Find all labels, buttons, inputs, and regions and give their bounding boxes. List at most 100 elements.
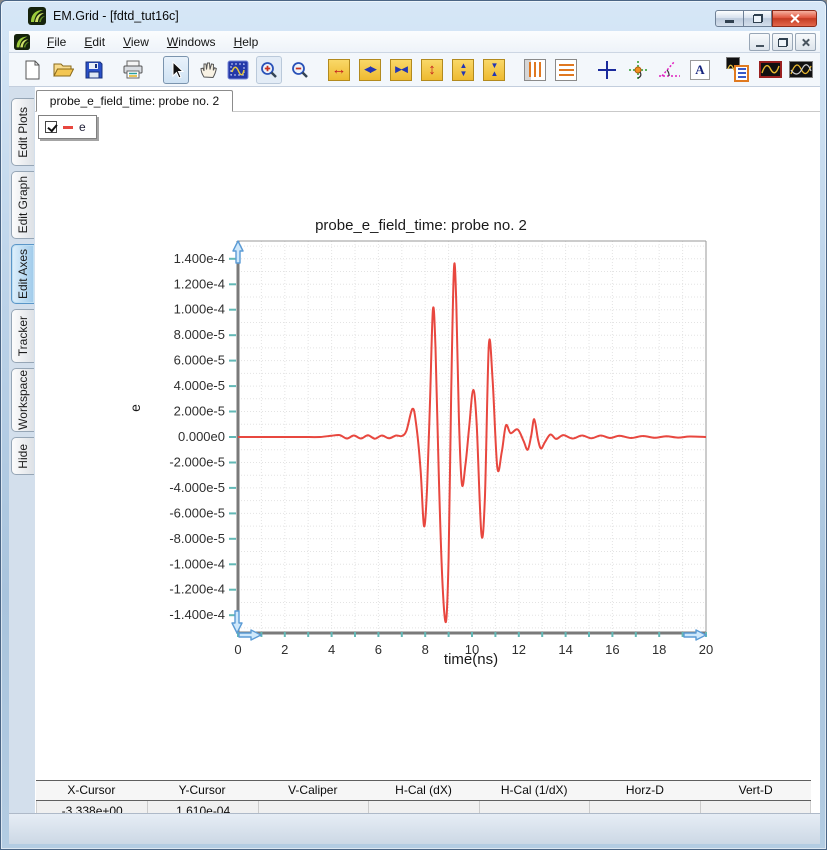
multi-plot-button[interactable] bbox=[788, 56, 814, 84]
single-plot-icon bbox=[758, 61, 782, 78]
zoom-in-button[interactable] bbox=[256, 55, 282, 84]
save-button[interactable] bbox=[81, 56, 107, 84]
svg-text:2.000e-5: 2.000e-5 bbox=[174, 404, 225, 419]
y-axis-label: e bbox=[127, 404, 143, 412]
vertical-gridlines-button[interactable] bbox=[522, 56, 548, 84]
print-button[interactable] bbox=[120, 56, 146, 84]
zoom-out-icon bbox=[292, 61, 308, 78]
svg-text:8: 8 bbox=[422, 642, 429, 657]
pan-tool-button[interactable] bbox=[194, 56, 220, 84]
close-icon bbox=[789, 13, 800, 24]
menu-edit[interactable]: Edit bbox=[75, 32, 114, 52]
svg-text:-4.000e-5: -4.000e-5 bbox=[169, 480, 225, 495]
sidebar-tab-edit-graph[interactable]: Edit Graph bbox=[11, 171, 34, 239]
restore-icon bbox=[752, 14, 763, 23]
svg-text:18: 18 bbox=[652, 642, 666, 657]
minimize-icon bbox=[725, 20, 734, 23]
crosshair-button[interactable] bbox=[594, 56, 620, 84]
horizontal-gridlines-button[interactable] bbox=[553, 56, 579, 84]
window-minimize-button[interactable] bbox=[715, 10, 744, 27]
readout-header: V-Caliper bbox=[288, 783, 338, 797]
legend-checkbox[interactable] bbox=[45, 121, 57, 133]
legend-box: e bbox=[38, 115, 97, 139]
caliper-button[interactable] bbox=[656, 56, 682, 84]
app-window: EM.Grid - [fdtd_tut16c] File Edit View W… bbox=[0, 0, 827, 850]
svg-text:-6.000e-5: -6.000e-5 bbox=[169, 505, 225, 520]
expand-x-icon: ↔ bbox=[328, 58, 350, 81]
text-annotation-button[interactable]: A bbox=[687, 56, 713, 84]
svg-text:-1.200e-4: -1.200e-4 bbox=[169, 582, 225, 597]
sidebar-tab-workspace[interactable]: Workspace bbox=[11, 368, 34, 432]
plot-legend-icon bbox=[726, 56, 752, 83]
single-plot-button[interactable] bbox=[757, 56, 783, 84]
print-icon bbox=[123, 60, 143, 79]
zoom-in-icon bbox=[261, 61, 277, 78]
shrink-x-icon: ▶◀ bbox=[390, 58, 412, 81]
window-title: EM.Grid - [fdtd_tut16c] bbox=[53, 9, 179, 23]
svg-text:-8.000e-5: -8.000e-5 bbox=[169, 531, 225, 546]
save-floppy-icon bbox=[85, 61, 103, 78]
svg-text:-1.400e-4: -1.400e-4 bbox=[169, 607, 225, 622]
svg-text:0.000e0: 0.000e0 bbox=[178, 429, 225, 444]
sidebar-tab-edit-plots[interactable]: Edit Plots bbox=[11, 98, 34, 166]
expand-y-button[interactable]: ↕ bbox=[419, 56, 445, 84]
sidebar-tab-label: Tracker bbox=[16, 315, 30, 357]
stretch-y-button[interactable]: ▲ ▼ bbox=[450, 56, 476, 84]
pan-hand-icon bbox=[199, 62, 217, 79]
sidebar-tab-label: Workspace bbox=[16, 370, 30, 430]
readout-header: H-Cal (1/dX) bbox=[500, 783, 568, 797]
menu-windows[interactable]: Windows bbox=[158, 32, 225, 52]
window-restore-button[interactable] bbox=[744, 10, 772, 27]
svg-text:0: 0 bbox=[234, 642, 241, 657]
new-file-button[interactable] bbox=[19, 56, 45, 84]
select-tool-button[interactable] bbox=[163, 55, 189, 84]
zoom-window-icon bbox=[227, 60, 249, 79]
document-tab-label: probe_e_field_time: probe no. 2 bbox=[49, 94, 220, 108]
chart-canvas[interactable]: 1.400e-4 1.200e-4 1.000e-4 8.000e-5 6.000e-5… bbox=[121, 206, 741, 681]
svg-text:12: 12 bbox=[512, 642, 526, 657]
svg-text:14: 14 bbox=[558, 642, 572, 657]
new-file-icon bbox=[25, 60, 39, 79]
menubar: File Edit View Windows Help bbox=[9, 31, 820, 53]
titlebar[interactable]: EM.Grid - [fdtd_tut16c] bbox=[1, 1, 826, 31]
readout-header: H-Cal (dX) bbox=[395, 783, 452, 797]
shrink-y-button[interactable]: ▼ ▲ bbox=[481, 56, 507, 84]
readout-header: Horz-D bbox=[625, 783, 664, 797]
menu-file[interactable]: File bbox=[38, 32, 75, 52]
stretch-x-button[interactable]: ◀▶ bbox=[357, 56, 383, 84]
window-close-button[interactable] bbox=[772, 10, 817, 27]
document-logo-icon bbox=[14, 33, 30, 50]
tracker-button[interactable] bbox=[625, 56, 651, 84]
mdi-minimize-button[interactable] bbox=[749, 33, 770, 51]
sidebar-tab-tracker[interactable]: Tracker bbox=[11, 309, 34, 363]
expand-x-button[interactable]: ↔ bbox=[326, 56, 352, 84]
zoom-window-button[interactable] bbox=[225, 56, 251, 84]
stretch-y-icon: ▲ ▼ bbox=[452, 58, 474, 81]
app-logo-icon bbox=[28, 7, 46, 25]
sidebar-tab-edit-axes[interactable]: Edit Axes bbox=[11, 244, 34, 304]
svg-text:1.400e-4: 1.400e-4 bbox=[174, 251, 225, 266]
menu-help[interactable]: Help bbox=[225, 32, 268, 52]
caliper-icon bbox=[658, 61, 680, 77]
minimize-icon bbox=[755, 45, 764, 47]
toolbar: ↔ ◀▶ ▶◀ ↕ ▲▼ ▼▲ A ↕ ↔ bbox=[9, 53, 820, 87]
mdi-close-button[interactable] bbox=[795, 33, 816, 51]
zoom-out-button[interactable] bbox=[287, 56, 313, 84]
menu-view[interactable]: View bbox=[114, 32, 158, 52]
sidebar-tab-label: Edit Plots bbox=[16, 106, 30, 158]
open-folder-icon bbox=[52, 63, 74, 77]
close-icon bbox=[801, 38, 810, 47]
sidebar-tab-hide[interactable]: Hide bbox=[11, 437, 34, 475]
document-tab[interactable]: probe_e_field_time: probe no. 2 bbox=[36, 90, 233, 112]
mdi-restore-button[interactable] bbox=[772, 33, 793, 51]
horizontal-gridlines-icon bbox=[555, 58, 577, 81]
chart-title: probe_e_field_time: probe no. 2 bbox=[315, 217, 527, 234]
open-file-button[interactable] bbox=[50, 56, 76, 84]
tick-marks: 1.400e-4 1.200e-4 1.000e-4 8.000e-5 6.000e-5… bbox=[169, 251, 713, 657]
expand-y-icon: ↕ bbox=[421, 58, 443, 81]
plot-legend-button[interactable] bbox=[726, 56, 752, 84]
vertical-gridlines-icon bbox=[524, 58, 546, 81]
shrink-x-button[interactable]: ▶◀ bbox=[388, 56, 414, 84]
select-cursor-icon bbox=[172, 60, 185, 79]
svg-text:20: 20 bbox=[699, 642, 713, 657]
